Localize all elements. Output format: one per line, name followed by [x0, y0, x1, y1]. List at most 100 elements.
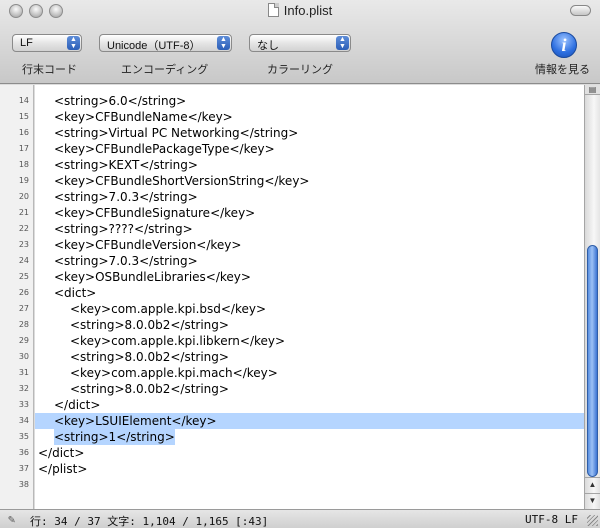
- line-number: 34: [18, 416, 29, 425]
- code-line[interactable]: <dict>: [35, 285, 584, 301]
- code-line[interactable]: <string>7.0.3</string>: [35, 253, 584, 269]
- encoding-popup[interactable]: Unicode（UTF-8） ▲ ▼: [99, 34, 232, 52]
- code-line[interactable]: <key>CFBundleName</key>: [35, 109, 584, 125]
- code-line[interactable]: <string>1</string>: [35, 429, 584, 445]
- line-number: 20: [18, 192, 29, 201]
- split-view-icon[interactable]: ▤: [585, 85, 600, 95]
- scroll-down-icon[interactable]: ▼: [585, 493, 600, 508]
- code-line[interactable]: <key>com.apple.kpi.bsd</key>: [35, 301, 584, 317]
- code-line[interactable]: </dict>: [35, 445, 584, 461]
- code-line-text: <string>6.0</string>: [54, 94, 187, 108]
- code-line-text: <key>com.apple.kpi.libkern</key>: [70, 334, 286, 348]
- code-line[interactable]: </dict>: [35, 397, 584, 413]
- code-line-text: <string>????</string>: [54, 222, 193, 236]
- code-line-text: <string>8.0.0b2</string>: [70, 318, 229, 332]
- pin-icon[interactable]: ✎: [8, 512, 15, 526]
- code-line-text: <string>8.0.0b2</string>: [70, 382, 229, 396]
- text-editor[interactable]: <string>6.0</string> <key>CFBundleName</k…: [35, 85, 584, 509]
- line-number: 22: [18, 224, 29, 233]
- line-number: 32: [18, 384, 29, 393]
- code-line[interactable]: <string>????</string>: [35, 221, 584, 237]
- code-line-text: <key>LSUIElement</key>: [54, 414, 217, 428]
- popup-arrows-icon: ▲ ▼: [336, 36, 349, 50]
- vertical-scrollbar[interactable]: ▤ ▲ ▼: [584, 85, 600, 509]
- line-ending-popup[interactable]: LF ▲ ▼: [12, 34, 82, 52]
- code-line-text: <key>CFBundleSignature</key>: [54, 206, 256, 220]
- scroll-up-icon[interactable]: ▲: [585, 477, 600, 492]
- code-line-text: <key>com.apple.kpi.mach</key>: [70, 366, 278, 380]
- toolbar-toggle-button[interactable]: [570, 5, 591, 16]
- scroll-thumb[interactable]: [587, 245, 598, 477]
- code-line-text: <key>com.apple.kpi.bsd</key>: [70, 302, 267, 316]
- editor-window: Info.plist LF ▲ ▼ Unicode（UTF-8） ▲ ▼ なし ▲ ▼…: [0, 0, 600, 528]
- line-number: 14: [18, 96, 29, 105]
- code-line[interactable]: <key>CFBundlePackageType</key>: [35, 141, 584, 157]
- code-line[interactable]: <string>6.0</string>: [35, 93, 584, 109]
- code-line[interactable]: <string>Virtual PC Networking</string>: [35, 125, 584, 141]
- code-line[interactable]: </plist>: [35, 461, 584, 477]
- code-line[interactable]: <key>OSBundleLibraries</key>: [35, 269, 584, 285]
- line-ending-label: 行末コード: [22, 64, 77, 76]
- line-number: 23: [18, 240, 29, 249]
- code-line-text: <key>CFBundleName</key>: [54, 110, 233, 124]
- code-line[interactable]: <string>8.0.0b2</string>: [35, 317, 584, 333]
- code-line-text: <string>1</string>: [54, 429, 175, 445]
- title-toolbar: Info.plist LF ▲ ▼ Unicode（UTF-8） ▲ ▼ なし ▲ ▼…: [0, 0, 600, 84]
- code-line-text: <string>Virtual PC Networking</string>: [54, 126, 299, 140]
- code-line-text: </dict>: [54, 398, 101, 412]
- code-line-text: <string>KEXT</string>: [54, 158, 198, 172]
- code-line-text: <key>OSBundleLibraries</key>: [54, 270, 251, 284]
- code-line-text: <key>CFBundleShortVersionString</key>: [54, 174, 310, 188]
- popup-arrows-icon: ▲ ▼: [217, 36, 230, 50]
- coloring-label: カラーリング: [267, 64, 333, 76]
- coloring-value: なし: [257, 40, 279, 52]
- window-title: Info.plist: [0, 3, 600, 18]
- popup-arrows-icon: ▲ ▼: [67, 36, 80, 50]
- window-title-text: Info.plist: [283, 3, 333, 18]
- code-line-text: </plist>: [38, 462, 88, 476]
- code-line[interactable]: <string>8.0.0b2</string>: [35, 349, 584, 365]
- line-number: 15: [18, 112, 29, 121]
- code-line-text: <string>8.0.0b2</string>: [70, 350, 229, 364]
- line-number: 27: [18, 304, 29, 313]
- code-line-text: <key>CFBundlePackageType</key>: [54, 142, 275, 156]
- line-number: 19: [18, 176, 29, 185]
- code-line[interactable]: <key>com.apple.kpi.libkern</key>: [35, 333, 584, 349]
- line-number: 25: [18, 272, 29, 281]
- line-number: 16: [18, 128, 29, 137]
- line-number: 17: [18, 144, 29, 153]
- line-number: 35: [18, 432, 29, 441]
- line-ending-value: LF: [20, 37, 33, 49]
- code-line[interactable]: <key>CFBundleSignature</key>: [35, 205, 584, 221]
- resize-grip-icon[interactable]: [587, 515, 598, 526]
- line-number: 21: [18, 208, 29, 217]
- code-line[interactable]: <string>KEXT</string>: [35, 157, 584, 173]
- encoding-value: Unicode（UTF-8）: [107, 40, 201, 52]
- code-line[interactable]: <string>7.0.3</string>: [35, 189, 584, 205]
- line-number: 28: [18, 320, 29, 329]
- status-bar: ✎ 行: 34 / 37 文字: 1,104 / 1,165 [:43] UTF…: [0, 509, 600, 528]
- line-number: 26: [18, 288, 29, 297]
- status-encoding: UTF-8 LF: [525, 513, 578, 526]
- code-line[interactable]: [35, 477, 584, 493]
- code-line-text: <string>7.0.3</string>: [54, 190, 198, 204]
- code-line-text: </dict>: [38, 446, 85, 460]
- coloring-popup[interactable]: なし ▲ ▼: [249, 34, 351, 52]
- code-line-text: <dict>: [54, 286, 97, 300]
- code-line[interactable]: <key>CFBundleShortVersionString</key>: [35, 173, 584, 189]
- line-number: 24: [18, 256, 29, 265]
- document-icon[interactable]: [267, 3, 279, 17]
- code-line[interactable]: <key>CFBundleVersion</key>: [35, 237, 584, 253]
- code-line-text: <key>CFBundleVersion</key>: [54, 238, 242, 252]
- code-line[interactable]: <key>LSUIElement</key>: [35, 413, 584, 429]
- line-number: 33: [18, 400, 29, 409]
- line-number: 29: [18, 336, 29, 345]
- code-line-text: <string>7.0.3</string>: [54, 254, 198, 268]
- line-number: 37: [18, 464, 29, 473]
- info-label[interactable]: 情報を見る: [535, 61, 590, 77]
- info-icon[interactable]: i: [551, 32, 577, 58]
- code-line[interactable]: <key>com.apple.kpi.mach</key>: [35, 365, 584, 381]
- line-number: 18: [18, 160, 29, 169]
- code-line[interactable]: <string>8.0.0b2</string>: [35, 381, 584, 397]
- encoding-label: エンコーディング: [121, 64, 209, 76]
